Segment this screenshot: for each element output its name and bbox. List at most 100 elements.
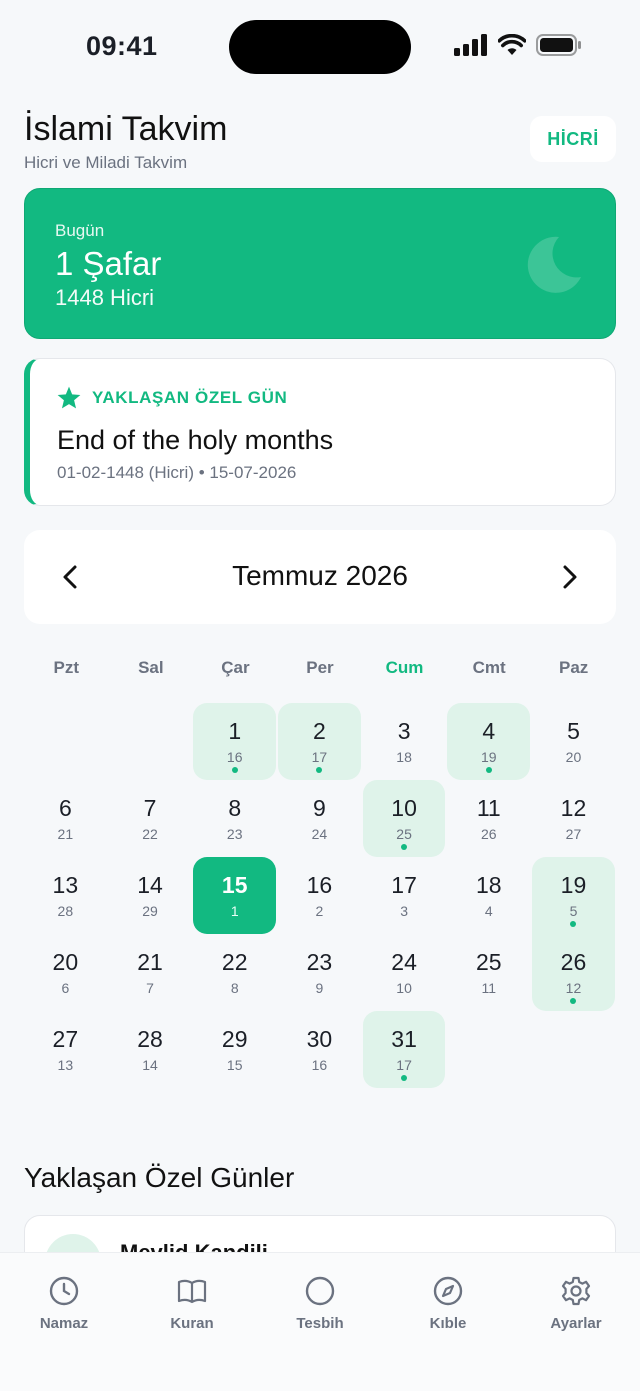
gregorian-day-number: 15	[221, 872, 248, 898]
calendar-day[interactable]: 24 10	[363, 934, 446, 1011]
hijri-day-number: 13	[57, 1057, 74, 1073]
hijri-day-number: 3	[400, 903, 408, 919]
tab-tesbih[interactable]: Tesbih	[256, 1253, 384, 1391]
hijri-day-number: 9	[315, 980, 324, 996]
hijri-day-number: 18	[396, 749, 412, 765]
calendar-day[interactable]: 5 20	[532, 703, 615, 780]
clock-icon	[49, 1276, 79, 1306]
calendar-day[interactable]: 12 27	[532, 780, 615, 857]
calendar-day[interactable]: 27 13	[24, 1011, 107, 1088]
gregorian-day-number: 24	[391, 949, 417, 975]
gregorian-day-number: 14	[137, 872, 163, 898]
calendar-day[interactable]: 8 23	[193, 780, 276, 857]
event-dot	[401, 1075, 408, 1081]
moon-icon	[527, 236, 581, 293]
gregorian-day-number: 8	[228, 795, 242, 821]
calendar-day[interactable]: 10 25	[362, 780, 446, 857]
header: İslami Takvim Hicri ve Miladi Takvim HİC…	[24, 110, 616, 180]
hijri-day-number: 8	[230, 980, 239, 996]
tab-bar: Namaz Kuran Tesbih Kıble Ayarlar	[0, 1252, 640, 1391]
today-label: Bugün	[55, 221, 105, 240]
hijri-day-number: 10	[396, 980, 412, 996]
calendar-day[interactable]: 26 12	[532, 934, 615, 1011]
special-day-label: YAKLAŞAN ÖZEL GÜN	[92, 388, 288, 407]
gregorian-day-number: 5	[567, 718, 580, 744]
tab-kuran[interactable]: Kuran	[128, 1253, 256, 1391]
weekday-label: Paz	[559, 658, 589, 677]
calendar-day[interactable]: 31 17	[362, 1011, 446, 1088]
event-dot	[231, 767, 238, 773]
calendar-day[interactable]: 22 8	[193, 934, 276, 1011]
weekday-header-row: Pzt Sal Çar Per Cum Cmt Paz	[24, 658, 616, 684]
hijri-day-number: 5	[569, 903, 578, 919]
calendar-day[interactable]: 19 5	[532, 857, 615, 934]
event-dot	[570, 998, 577, 1004]
gregorian-day-number: 18	[475, 872, 502, 898]
gregorian-day-number: 9	[313, 795, 326, 821]
calendar-day[interactable]: 20 6	[24, 934, 107, 1011]
next-month-button[interactable]	[550, 556, 590, 598]
tab-namaz[interactable]: Namaz	[0, 1253, 128, 1391]
gregorian-day-number: 19	[560, 872, 587, 898]
calendar-day[interactable]: 13 28	[24, 857, 107, 934]
calendar-day[interactable]: 6 21	[24, 780, 107, 857]
hijri-day-number: 19	[480, 749, 497, 765]
battery-icon	[536, 34, 581, 56]
hijri-day-number: 29	[142, 903, 158, 919]
upcoming-special-day-card[interactable]: YAKLAŞAN ÖZEL GÜN End of the holy months…	[24, 358, 616, 506]
tab-label: Ayarlar	[550, 1315, 602, 1332]
tab-kible[interactable]: Kıble	[384, 1253, 512, 1391]
tab-label: Kıble	[429, 1315, 467, 1332]
today-hijri-date: 1 Şafar	[55, 245, 162, 282]
weekday-label: Pzt	[53, 658, 80, 677]
calendar-day[interactable]: 18 4	[447, 857, 530, 934]
calendar-mode-toggle[interactable]: HİCRİ	[530, 116, 616, 162]
gregorian-day-number: 28	[137, 1026, 163, 1052]
empty-day-cell	[109, 703, 192, 780]
calendar-day[interactable]: 30 16	[278, 1011, 361, 1088]
tab-ayarlar[interactable]: Ayarlar	[512, 1253, 640, 1391]
gregorian-day-number: 29	[221, 1026, 248, 1052]
calendar-day[interactable]: 17 3	[363, 857, 446, 934]
gregorian-day-number: 7	[143, 795, 157, 821]
calendar-day[interactable]: 3 18	[363, 703, 446, 780]
gregorian-day-number: 16	[306, 872, 333, 898]
calendar-day[interactable]: 7 22	[109, 780, 192, 857]
hijri-day-number: 4	[484, 903, 493, 919]
calendar-day[interactable]: 4 19	[447, 703, 531, 780]
calendar-day[interactable]: 23 9	[278, 934, 361, 1011]
gregorian-day-number: 11	[476, 795, 501, 821]
calendar-day[interactable]: 16 2	[278, 857, 361, 934]
hijri-day-number: 24	[311, 826, 328, 842]
status-time: 09:41	[86, 31, 158, 61]
hijri-day-number: 20	[565, 749, 582, 765]
hijri-day-number: 21	[57, 826, 74, 842]
calendar-day[interactable]: 29 15	[193, 1011, 276, 1088]
calendar-day[interactable]: 217	[109, 934, 192, 1011]
book-icon	[177, 1279, 207, 1304]
gear-icon	[561, 1276, 591, 1306]
hijri-day-number: 2	[315, 903, 324, 919]
special-label-row: YAKLAŞAN ÖZEL GÜN	[56, 385, 287, 411]
calendar-day[interactable]: 28 14	[109, 1011, 192, 1088]
today-hijri-year: 1448 Hicri	[55, 285, 155, 310]
calendar-day[interactable]: 1 16	[193, 703, 277, 780]
calendar-day[interactable]: 11 26	[447, 780, 530, 857]
tab-label: Kuran	[170, 1315, 214, 1332]
gregorian-day-number: 22	[221, 949, 248, 975]
calendar-day[interactable]: 217	[278, 703, 361, 780]
hijri-day-number: 25	[396, 826, 412, 842]
hijri-day-number: 11	[481, 980, 497, 996]
calendar-day-today[interactable]: 15 1	[193, 857, 277, 934]
compass-icon	[433, 1276, 463, 1306]
hijri-day-number: 14	[142, 1057, 158, 1073]
status-bar: 09:41	[0, 0, 640, 96]
calendar-day[interactable]: 25 11	[447, 934, 530, 1011]
page-subtitle: Hicri ve Miladi Takvim	[24, 153, 188, 172]
hijri-day-number: 27	[565, 826, 582, 842]
calendar-day[interactable]: 9 24	[278, 780, 361, 857]
calendar-day[interactable]: 14 29	[109, 857, 192, 934]
empty-day-cell	[24, 703, 107, 780]
hijri-day-number: 28	[57, 903, 74, 919]
gregorian-day-number: 4	[482, 718, 496, 744]
